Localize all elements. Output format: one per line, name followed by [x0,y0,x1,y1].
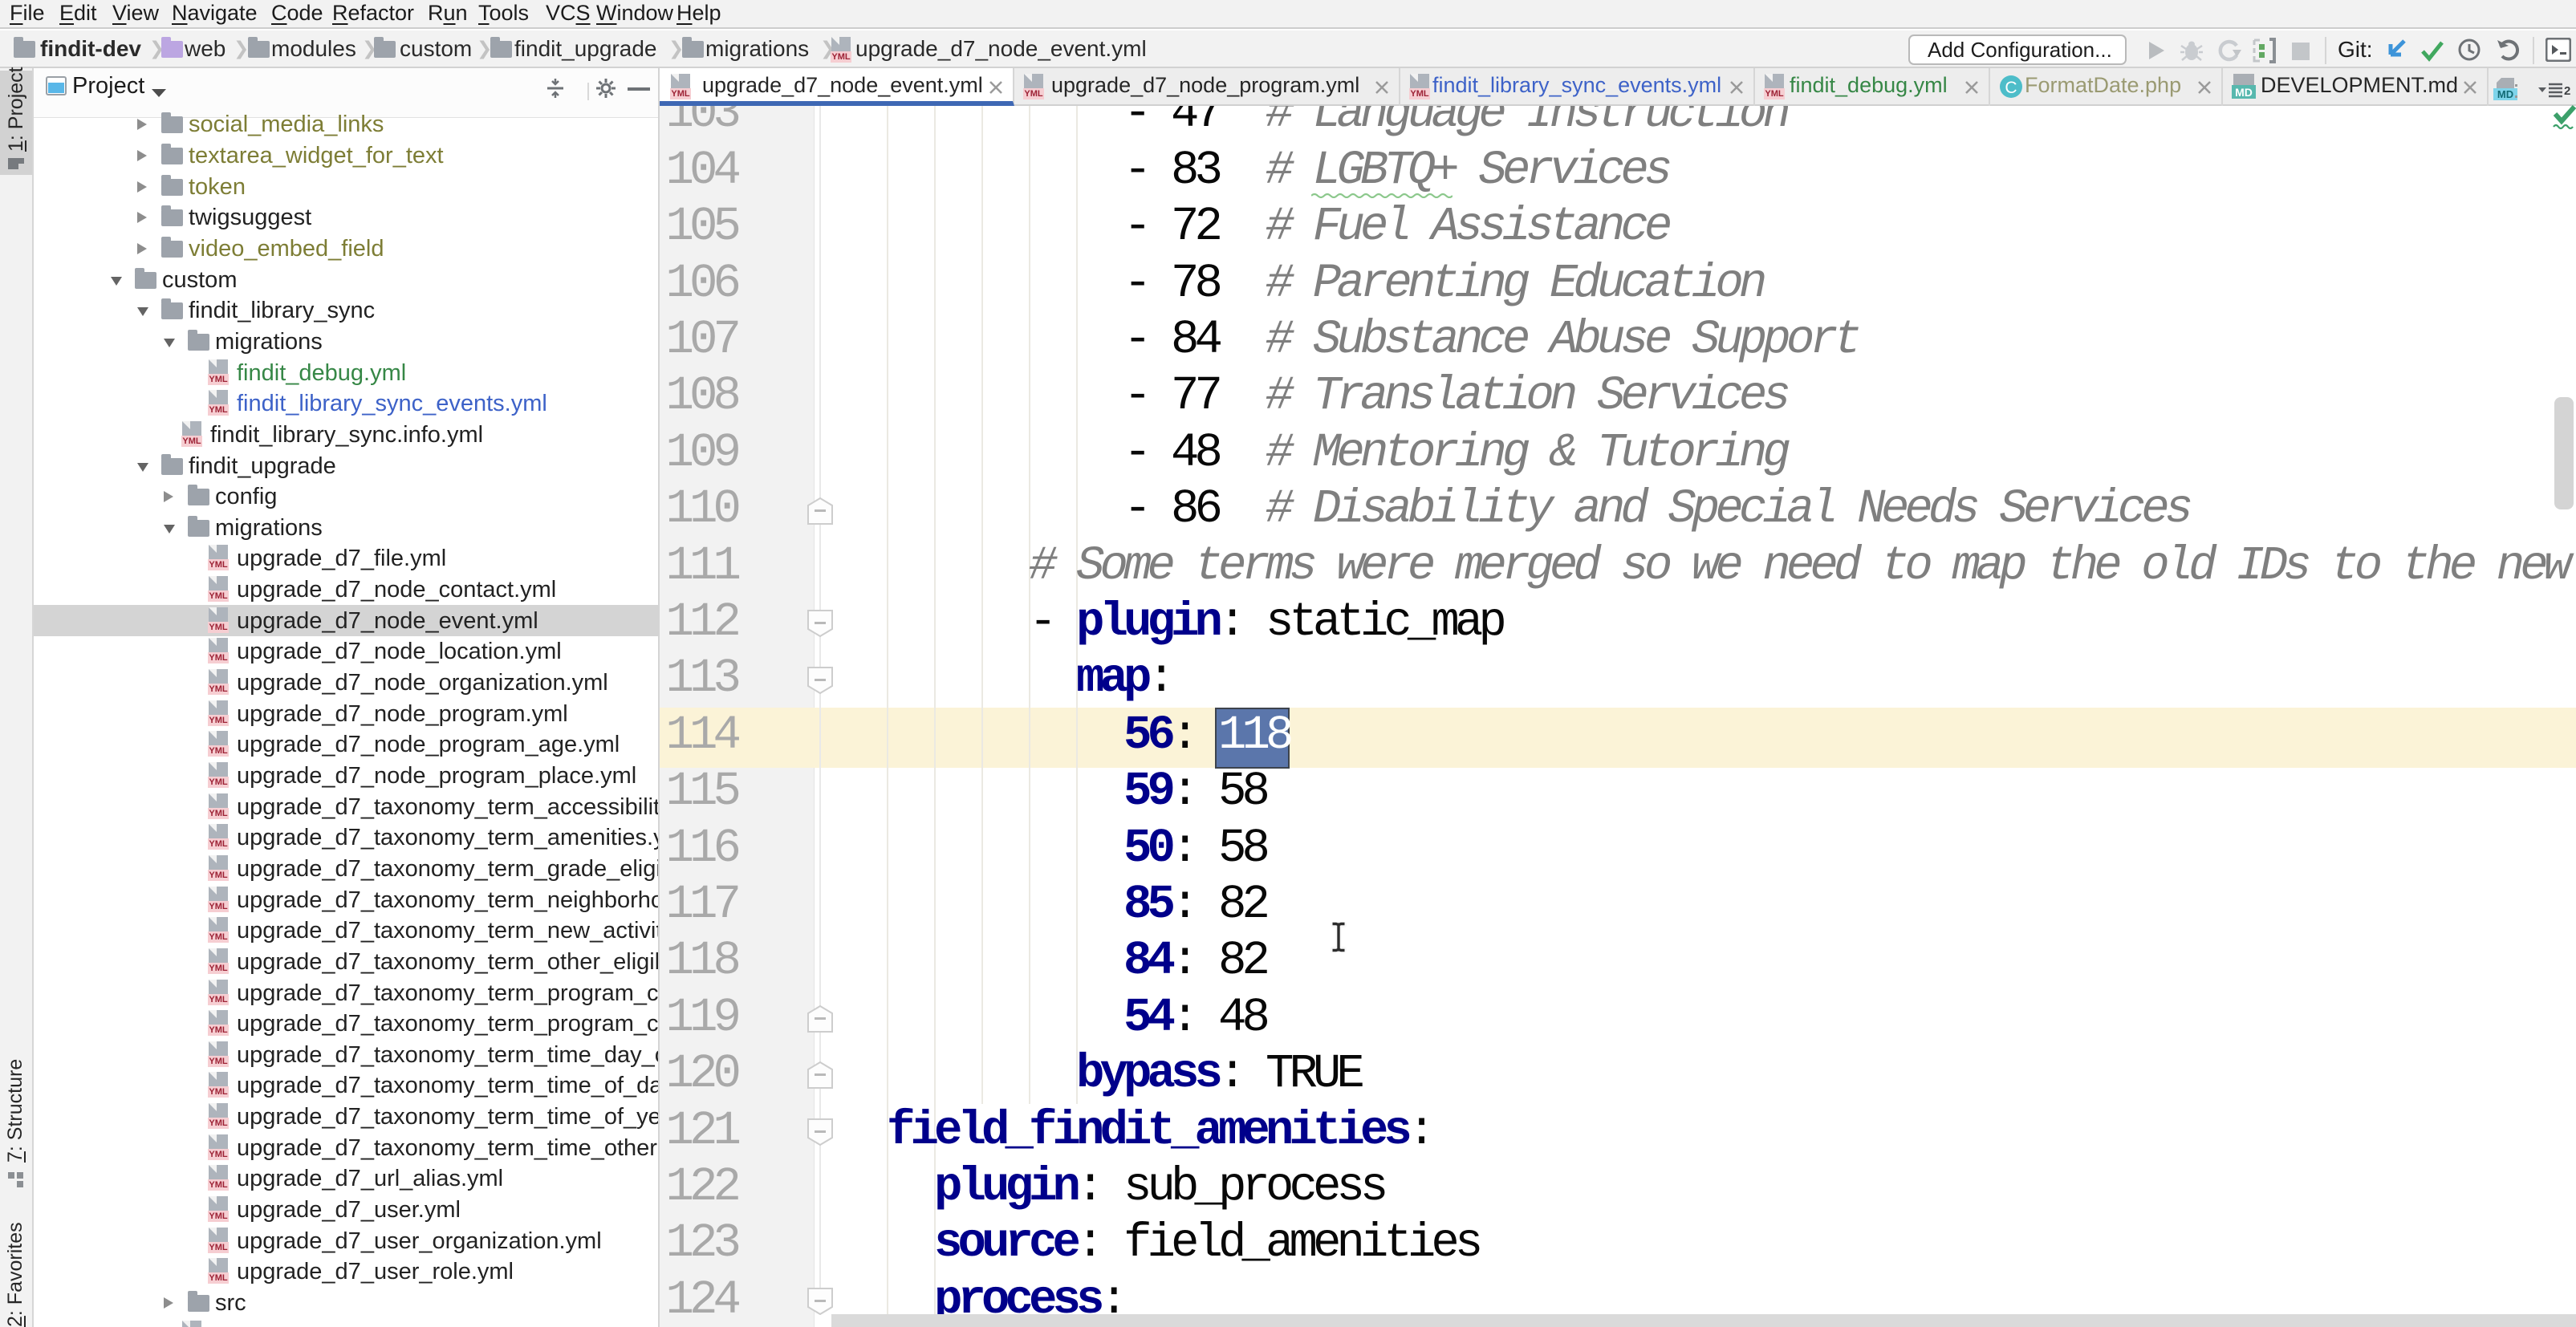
svg-text:2: 2 [2564,84,2570,98]
svg-text:MD: MD [2497,88,2513,100]
svg-text:MD: MD [2235,86,2253,99]
svg-text:C: C [2005,79,2017,97]
